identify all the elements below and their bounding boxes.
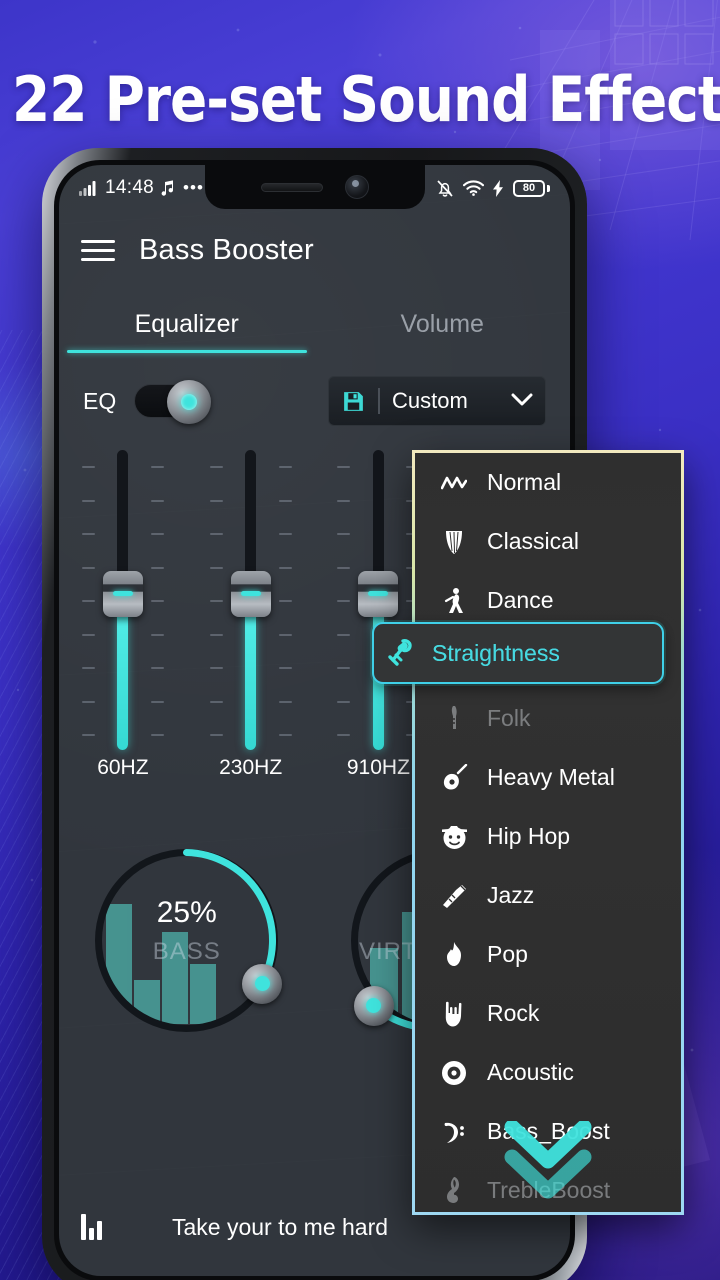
preset-item-label: Hip Hop xyxy=(487,823,570,850)
eq-band-label: 910HZ xyxy=(347,756,410,780)
status-overflow-icon: ••• xyxy=(183,178,204,198)
eq-band-label: 230HZ xyxy=(219,756,282,780)
guitar-icon xyxy=(429,764,479,792)
bass-knob-value: 25% xyxy=(84,896,289,930)
flame-icon xyxy=(429,941,479,968)
floppy-save-icon[interactable] xyxy=(341,389,366,414)
preset-item-label: Folk xyxy=(487,705,530,732)
tab-volume[interactable]: Volume xyxy=(315,295,571,353)
preset-item-label: Dance xyxy=(487,587,553,614)
dancer-icon xyxy=(429,587,479,615)
slider-handle[interactable] xyxy=(231,571,271,617)
signal-bars-icon xyxy=(79,181,98,196)
preset-item-label: Bass_Boost xyxy=(487,1118,610,1145)
preset-item-pop[interactable]: Pop xyxy=(415,925,681,984)
preset-item-rock[interactable]: Rock xyxy=(415,984,681,1043)
slider-handle[interactable] xyxy=(358,571,398,617)
preset-item-jazz[interactable]: Jazz xyxy=(415,866,681,925)
preset-item-acoustic[interactable]: Acoustic xyxy=(415,1043,681,1102)
bass-knob-label: BASS xyxy=(84,938,289,966)
eq-control-row: EQ Cu xyxy=(59,370,570,432)
status-time: 14:48 xyxy=(105,177,154,199)
preset-item-label: Straightness xyxy=(432,640,560,667)
eq-toggle[interactable] xyxy=(134,384,210,418)
tab-volume-label: Volume xyxy=(401,310,484,339)
preset-dropdown[interactable]: Custom xyxy=(328,376,546,426)
promo-banner: 22 Pre-set Sound Effects xyxy=(0,0,720,1280)
preset-item-label: Pop xyxy=(487,941,528,968)
preset-item-hip-hop[interactable]: Hip Hop xyxy=(415,807,681,866)
app-header: Bass Booster xyxy=(59,217,570,283)
tab-equalizer-label: Equalizer xyxy=(135,310,239,339)
preset-item-label: Jazz xyxy=(487,882,534,909)
app-title: Bass Booster xyxy=(139,234,314,267)
flute-icon xyxy=(429,705,479,733)
eq-label: EQ xyxy=(83,388,116,415)
battery-indicator: 80 xyxy=(513,180,550,197)
rapper-face-icon xyxy=(429,823,479,850)
preset-item-bass-boost[interactable]: Bass_Boost xyxy=(415,1102,681,1161)
slider-fill xyxy=(117,594,128,750)
page-title: 22 Pre-set Sound Effects xyxy=(12,63,702,136)
preset-item-normal[interactable]: Normal xyxy=(415,453,681,512)
tab-equalizer[interactable]: Equalizer xyxy=(59,295,315,353)
preset-item-label: Acoustic xyxy=(487,1059,574,1086)
preset-value: Custom xyxy=(392,388,499,414)
preset-item-classical[interactable]: Classical xyxy=(415,512,681,571)
microphone-icon xyxy=(374,639,426,667)
chevron-down-icon[interactable] xyxy=(511,390,533,413)
preset-item-label: Heavy Metal xyxy=(487,764,615,791)
slider-handle[interactable] xyxy=(103,571,143,617)
eq-band-label: 60HZ xyxy=(97,756,148,780)
vinyl-disc-icon xyxy=(429,1060,479,1086)
equalizer-bars-icon[interactable] xyxy=(81,1214,102,1240)
eq-toggle-knob xyxy=(167,380,211,424)
preset-item-folk[interactable]: Folk xyxy=(415,689,681,748)
preset-item-label: Rock xyxy=(487,1000,539,1027)
bass-knob-handle[interactable] xyxy=(242,964,282,1004)
eq-band-0[interactable]: 60HZ xyxy=(59,450,187,790)
status-bar: 14:48 ••• xyxy=(59,165,570,211)
preset-item-straightness[interactable]: Straightness xyxy=(372,622,664,684)
music-note-icon xyxy=(161,180,176,197)
hamburger-menu-icon[interactable] xyxy=(81,234,115,267)
preset-menu-panel[interactable]: Normal Classical Dance Straightness Folk xyxy=(412,450,684,1215)
wifi-icon xyxy=(463,180,484,196)
preset-item-heavy-metal[interactable]: Heavy Metal xyxy=(415,748,681,807)
now-playing-track: Take your to me hard xyxy=(172,1214,388,1241)
bell-off-icon xyxy=(436,179,454,198)
eq-band-1[interactable]: 230HZ xyxy=(187,450,315,790)
preset-item-label: Normal xyxy=(487,469,561,496)
slider-fill xyxy=(245,594,256,750)
preset-item-treble-boost[interactable]: TrebleBoost xyxy=(415,1161,681,1215)
trumpet-icon xyxy=(429,883,479,909)
preset-item-label: TrebleBoost xyxy=(487,1177,610,1204)
battery-level: 80 xyxy=(523,182,535,194)
tab-bar: Equalizer Volume xyxy=(59,295,570,353)
harp-icon xyxy=(429,529,479,555)
rock-hand-icon xyxy=(429,1000,479,1028)
virtualizer-knob-handle[interactable] xyxy=(354,986,394,1026)
wave-icon xyxy=(429,475,479,491)
charging-bolt-icon xyxy=(493,180,504,197)
bass-clef-icon xyxy=(429,1119,479,1145)
preset-divider xyxy=(378,388,380,414)
preset-item-label: Classical xyxy=(487,528,579,555)
bass-knob[interactable]: 25% BASS xyxy=(84,838,289,1043)
treble-clef-icon xyxy=(429,1176,479,1206)
